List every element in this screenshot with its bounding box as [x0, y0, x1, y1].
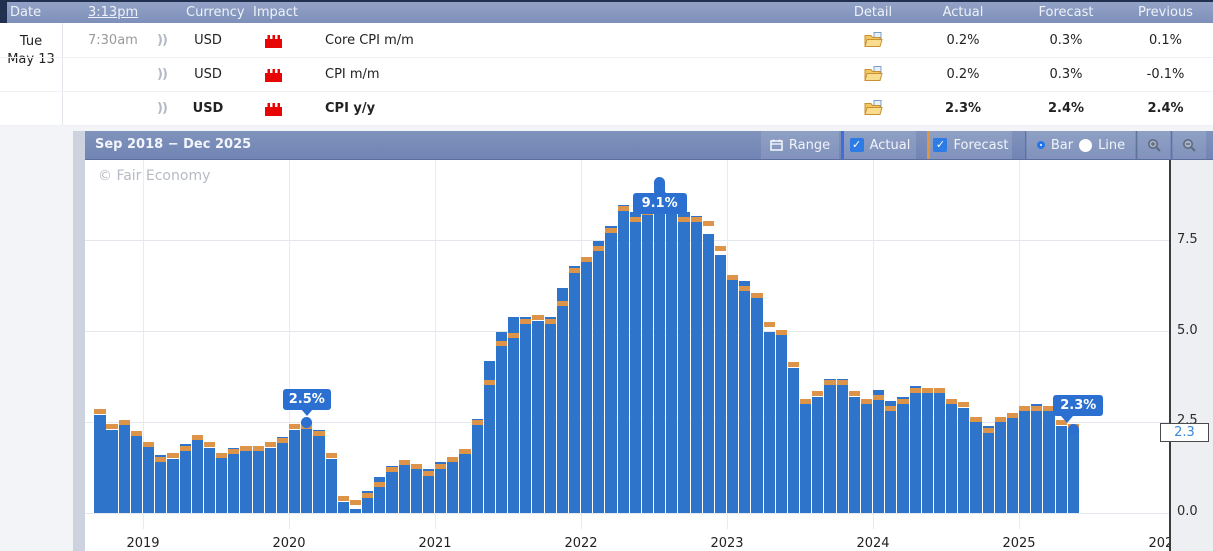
- line-radio-label[interactable]: Line: [1098, 138, 1125, 153]
- col-header-previous: Previous: [1128, 5, 1203, 20]
- currency-label: USD: [186, 67, 230, 82]
- event-title-link[interactable]: Core CPI m/m: [325, 33, 414, 48]
- previous-value: 2.4%: [1128, 101, 1203, 116]
- high-impact-icon: [256, 69, 290, 86]
- actual-value: 0.2%: [928, 67, 998, 82]
- calendar-icon: [770, 139, 783, 151]
- y-tick-label: 5.0: [1177, 323, 1209, 338]
- col-header-actual: Actual: [928, 5, 998, 20]
- actual-toggle[interactable]: ✓ Actual: [844, 131, 916, 159]
- col-header-date: Date: [10, 5, 41, 20]
- col-header-detail: Detail: [848, 5, 898, 20]
- event-row-cpi-yy[interactable]: )) USD CPI y/y 2.3% 2.4% 2.4%: [0, 92, 1213, 126]
- line-radio[interactable]: [1079, 139, 1092, 152]
- y-tick-label: 7.5: [1177, 232, 1209, 247]
- col-header-currency: Currency: [186, 5, 230, 20]
- divider: [1136, 131, 1137, 159]
- previous-value: -0.1%: [1128, 67, 1203, 82]
- calendar-header-row: Date 3:13pm Currency Impact Detail Actua…: [0, 0, 1213, 23]
- previous-value: 0.1%: [1128, 33, 1203, 48]
- currency-label: USD: [186, 101, 230, 116]
- forecast-toggle[interactable]: ✓ Forecast: [930, 131, 1012, 159]
- detail-folder-icon[interactable]: [848, 66, 898, 86]
- event-row-core-cpi[interactable]: 7:30am )) USD Core CPI m/m 0.2% 0.3% 0.1…: [0, 24, 1213, 58]
- col-header-impact: Impact: [253, 5, 293, 20]
- divider: [1171, 131, 1172, 159]
- high-impact-icon: [256, 35, 290, 52]
- forecast-value: 2.4%: [1031, 101, 1101, 116]
- y-axis-line: [1169, 160, 1171, 551]
- detail-folder-icon[interactable]: [848, 32, 898, 52]
- chart-toolbar: Sep 2018 − Dec 2025 Range ✓ Actual ✓ For…: [85, 131, 1213, 160]
- actual-value: 2.3%: [928, 101, 998, 116]
- bar-radio-label[interactable]: Bar: [1051, 138, 1073, 153]
- current-value-label: 2.3: [1174, 425, 1195, 440]
- event-title-link[interactable]: CPI m/m: [325, 67, 380, 82]
- current-value-chip: 2.3: [1160, 423, 1209, 442]
- col-header-forecast: Forecast: [1031, 5, 1101, 20]
- forecast-toggle-label: Forecast: [953, 138, 1008, 153]
- event-row-cpi-mm[interactable]: )) USD CPI m/m 0.2% 0.3% -0.1%: [0, 58, 1213, 92]
- event-time: 7:30am: [88, 33, 138, 48]
- event-title-link[interactable]: CPI y/y: [325, 101, 375, 116]
- actual-checkbox[interactable]: ✓: [850, 138, 864, 152]
- y-tick-label: 0.0: [1177, 504, 1209, 519]
- actual-toggle-label: Actual: [870, 138, 911, 153]
- forex-calendar-page: Date 3:13pm Currency Impact Detail Actua…: [0, 0, 1213, 551]
- zoom-in-icon: [1147, 138, 1162, 152]
- chart-left-gutter: [73, 131, 85, 551]
- forecast-value: 0.3%: [1031, 33, 1101, 48]
- range-button[interactable]: Range: [761, 131, 839, 159]
- calendar-body: Tue May 13 7:30am )) USD Core CPI m/m 0.…: [0, 23, 1213, 126]
- speaker-icon[interactable]: )): [157, 101, 167, 116]
- detail-folder-icon[interactable]: [848, 100, 898, 120]
- watermark: © Fair Economy: [98, 168, 210, 184]
- chart-type-toggle: Bar Line: [1027, 131, 1135, 159]
- forecast-value: 0.3%: [1031, 67, 1101, 82]
- speaker-icon[interactable]: )): [157, 33, 167, 48]
- chart-date-range-title: Sep 2018 − Dec 2025: [95, 137, 251, 152]
- chart-plot-area[interactable]: [85, 160, 1170, 551]
- zoom-out-icon: [1182, 138, 1197, 152]
- zoom-out-button[interactable]: [1173, 131, 1206, 159]
- divider: [1025, 131, 1026, 159]
- forecast-checkbox[interactable]: ✓: [933, 138, 947, 152]
- window-edge: [0, 0, 7, 25]
- high-impact-icon: [256, 103, 290, 120]
- zoom-in-button[interactable]: [1138, 131, 1170, 159]
- currency-label: USD: [186, 33, 230, 48]
- range-label: Range: [789, 138, 830, 153]
- bar-radio[interactable]: [1037, 141, 1045, 149]
- speaker-icon[interactable]: )): [157, 67, 167, 82]
- y-axis-margin: [1170, 160, 1213, 551]
- current-time-link[interactable]: 3:13pm: [88, 5, 138, 20]
- actual-value: 0.2%: [928, 33, 998, 48]
